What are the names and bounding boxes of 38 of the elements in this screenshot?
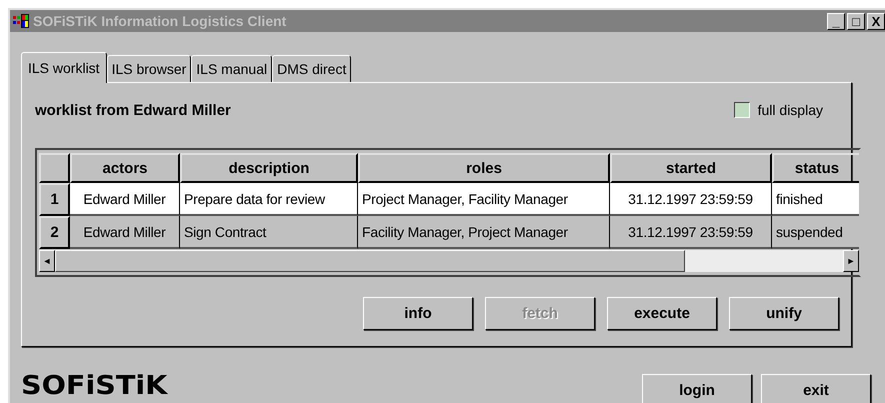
checkbox[interactable]: [734, 102, 750, 118]
table-cell: Facility Manager, Project Manager: [358, 216, 610, 249]
row-number[interactable]: 1: [39, 183, 70, 216]
logo: SOFiSTiK: [21, 371, 168, 401]
app-icon: [13, 14, 29, 28]
tab[interactable]: ILS browser: [106, 55, 192, 82]
column-header[interactable]: roles: [358, 153, 610, 183]
footer-button[interactable]: exit: [761, 374, 871, 403]
window-title: SOFiSTiK Information Logistics Client: [33, 13, 288, 29]
tab[interactable]: ILS worklist: [21, 52, 107, 83]
column-header[interactable]: description: [180, 153, 358, 183]
footer-button[interactable]: login: [642, 374, 752, 403]
scroll-right-button[interactable]: ►: [843, 250, 859, 272]
row-number[interactable]: 2: [39, 216, 70, 249]
scroll-left-button[interactable]: ◄: [39, 250, 55, 272]
table-cell: finished: [772, 183, 859, 216]
table-cell: Sign Contract: [180, 216, 358, 249]
maximize-button[interactable]: □: [847, 12, 865, 30]
table-cell: suspended: [772, 216, 859, 249]
column-header[interactable]: actors: [70, 153, 180, 183]
worklist-heading: worklist from Edward Miller: [35, 102, 232, 118]
tab[interactable]: DMS direct: [272, 55, 352, 82]
column-header[interactable]: started: [610, 153, 772, 183]
table-cell: Edward Miller: [70, 183, 180, 216]
table-corner: [39, 153, 70, 183]
minimize-button[interactable]: _: [827, 12, 845, 30]
scrollbar-thumb[interactable]: [55, 250, 686, 272]
table-cell: 31.12.1997 23:59:59: [610, 216, 772, 249]
action-button[interactable]: execute: [607, 297, 717, 330]
close-button[interactable]: X: [867, 12, 885, 30]
table-cell: Edward Miller: [70, 216, 180, 249]
table-cell: 31.12.1997 23:59:59: [610, 183, 772, 216]
table-cell: Prepare data for review: [180, 183, 358, 216]
action-button[interactable]: info: [363, 297, 473, 330]
table-cell: Project Manager, Facility Manager: [358, 183, 610, 216]
checkbox-label: full display: [758, 102, 823, 118]
tab[interactable]: ILS manual: [191, 55, 272, 82]
action-button[interactable]: unify: [729, 297, 839, 330]
